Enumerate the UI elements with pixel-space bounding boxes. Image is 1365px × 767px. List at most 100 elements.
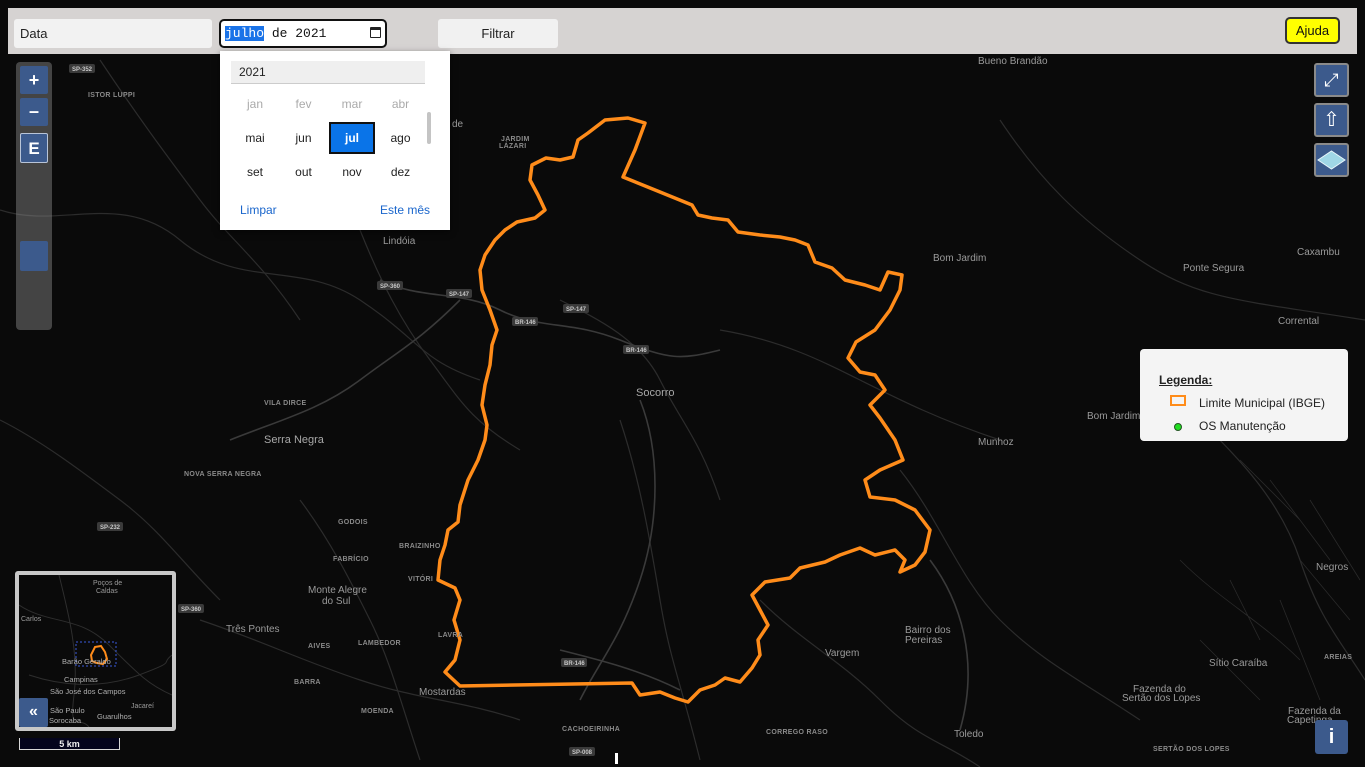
overview-label: São José dos Campos — [50, 687, 126, 696]
legend-panel: Legenda: Limite Municipal (IBGE) OS Manu… — [1140, 349, 1348, 441]
place-label: Lindóia — [383, 236, 416, 247]
place-label: Três Pontes — [226, 624, 280, 635]
info-button[interactable]: i — [1315, 720, 1348, 754]
svg-text:SP-147: SP-147 — [449, 292, 470, 298]
place-label: LAVRA — [438, 632, 463, 639]
help-button[interactable]: Ajuda — [1285, 17, 1340, 44]
place-label: ISTOR LUPPI — [88, 92, 135, 99]
date-label: Data — [14, 19, 212, 48]
picker-year[interactable]: 2021 — [231, 61, 425, 84]
place-label: AIVES — [308, 643, 331, 650]
place-label: Ponte Segura — [1183, 263, 1245, 274]
overview-collapse-button[interactable]: « — [19, 698, 48, 727]
place-label: Vargem — [825, 648, 859, 659]
month-date-input[interactable]: julho de 2021 — [219, 19, 387, 48]
svg-text:SP-147: SP-147 — [566, 307, 587, 313]
svg-text:SP-360: SP-360 — [380, 284, 401, 290]
place-label: Toledo — [954, 729, 984, 740]
place-label: FABRÍCIO — [333, 554, 369, 563]
road-shield: SP-360 — [178, 604, 204, 613]
svg-text:SP-360: SP-360 — [181, 607, 202, 613]
svg-text:SP-008: SP-008 — [572, 750, 593, 756]
place-label: JARDIM — [501, 136, 530, 143]
month-option-dez[interactable]: dez — [378, 156, 424, 188]
picker-scrollbar[interactable] — [427, 112, 431, 144]
road-shield: BR-146 — [623, 345, 649, 354]
place-label: Negros — [1316, 562, 1348, 573]
place-label: NOVA SERRA NEGRA — [184, 471, 262, 478]
legend-title: Legenda: — [1159, 373, 1213, 387]
this-month-link[interactable]: Este mês — [380, 203, 430, 217]
expand-icon: ⤢ — [1324, 70, 1339, 90]
layers-button[interactable] — [1314, 143, 1349, 177]
place-label: MOENDA — [361, 708, 394, 715]
road-shield: BR-146 — [561, 658, 587, 667]
road-shield: SP-360 — [377, 281, 403, 290]
overview-label: Sorocaba — [49, 716, 82, 725]
arrow-up-icon: ⇧ — [1323, 109, 1340, 131]
overview-label: Jacareí — [131, 703, 154, 710]
place-label: CACHOEIRINHA — [562, 726, 620, 733]
clear-link[interactable]: Limpar — [240, 203, 277, 217]
scale-bar-label: 5 km — [59, 739, 80, 749]
zoom-extent-button[interactable]: E — [20, 133, 48, 163]
svg-text:BR-146: BR-146 — [564, 661, 585, 667]
month-option-mar: mar — [341, 97, 363, 111]
calendar-icon[interactable] — [370, 27, 381, 38]
svg-text:BR-146: BR-146 — [626, 348, 647, 354]
road-shield: SP-232 — [97, 522, 123, 531]
month-option-out[interactable]: out — [281, 156, 327, 188]
road-shield: SP-008 — [569, 747, 595, 756]
place-label: de — [452, 119, 464, 130]
place-label: Caxambu — [1297, 247, 1340, 258]
legend-item-label: Limite Municipal (IBGE) — [1199, 396, 1326, 410]
month-option-set[interactable]: set — [232, 156, 278, 188]
date-month-segment[interactable]: julho — [225, 26, 265, 41]
zoom-slider-thumb[interactable] — [20, 241, 48, 271]
road-shield: SP-352 — [69, 64, 95, 73]
overview-label: Poços de — [93, 580, 122, 587]
place-label: do Sul — [322, 596, 350, 607]
place-label: Bueno Brandão — [978, 56, 1048, 67]
overview-label: São Paulo — [50, 706, 85, 715]
road-shield: BR-146 — [512, 317, 538, 326]
road-shield: SP-147 — [563, 304, 589, 313]
zoom-in-button[interactable]: + — [20, 66, 48, 94]
place-label: LÁZARI — [499, 141, 526, 150]
svg-text:SP-232: SP-232 — [100, 525, 121, 531]
place-label: BRAIZINHO — [399, 543, 441, 550]
month-option-ago[interactable]: ago — [378, 122, 424, 154]
place-label: Bom Jardim — [933, 253, 986, 264]
place-label: Socorro — [636, 387, 675, 399]
place-label: Sertão dos Lopes — [1122, 693, 1200, 704]
overview-label: Barão Geraldo — [62, 657, 111, 666]
place-label: SERTÃO DOS LOPES — [1153, 744, 1230, 753]
overview-label: Caldas — [96, 588, 118, 595]
legend-item-label: OS Manutenção — [1199, 419, 1286, 433]
home-button[interactable]: ⇧ — [1314, 103, 1349, 137]
month-option-jun[interactable]: jun — [281, 122, 327, 154]
place-label: Monte Alegre — [308, 585, 367, 596]
month-option-jan: jan — [246, 97, 263, 111]
filter-button[interactable]: Filtrar — [438, 19, 558, 48]
scale-bar: 5 km — [19, 738, 120, 750]
place-label: VITÓRI — [408, 574, 433, 583]
place-label: VILA DIRCE — [264, 400, 306, 407]
place-label: CORREGO RASO — [766, 729, 828, 736]
date-year-segment[interactable]: de 2021 — [264, 26, 327, 41]
place-label: Mostardas — [419, 687, 466, 698]
month-option-fev: fev — [295, 97, 312, 111]
month-option-jul[interactable]: jul — [329, 122, 375, 154]
maintenance-dot-icon — [1174, 423, 1182, 431]
month-option-abr: abr — [391, 97, 410, 111]
zoom-out-button[interactable]: – — [20, 98, 48, 126]
place-label: Bom Jardim — [1087, 411, 1140, 422]
fullscreen-button[interactable]: ⤢ — [1314, 63, 1349, 97]
place-label: Serra Negra — [264, 434, 325, 446]
place-label: Munhoz — [978, 437, 1014, 448]
month-option-nov[interactable]: nov — [329, 156, 375, 188]
road-shield: SP-147 — [446, 289, 472, 298]
month-option-mai[interactable]: mai — [232, 122, 278, 154]
month-picker-popup: 2021 Limpar Este mês jan fev mar abr mai jun j… — [220, 51, 450, 230]
place-label: GODOIS — [338, 519, 368, 526]
